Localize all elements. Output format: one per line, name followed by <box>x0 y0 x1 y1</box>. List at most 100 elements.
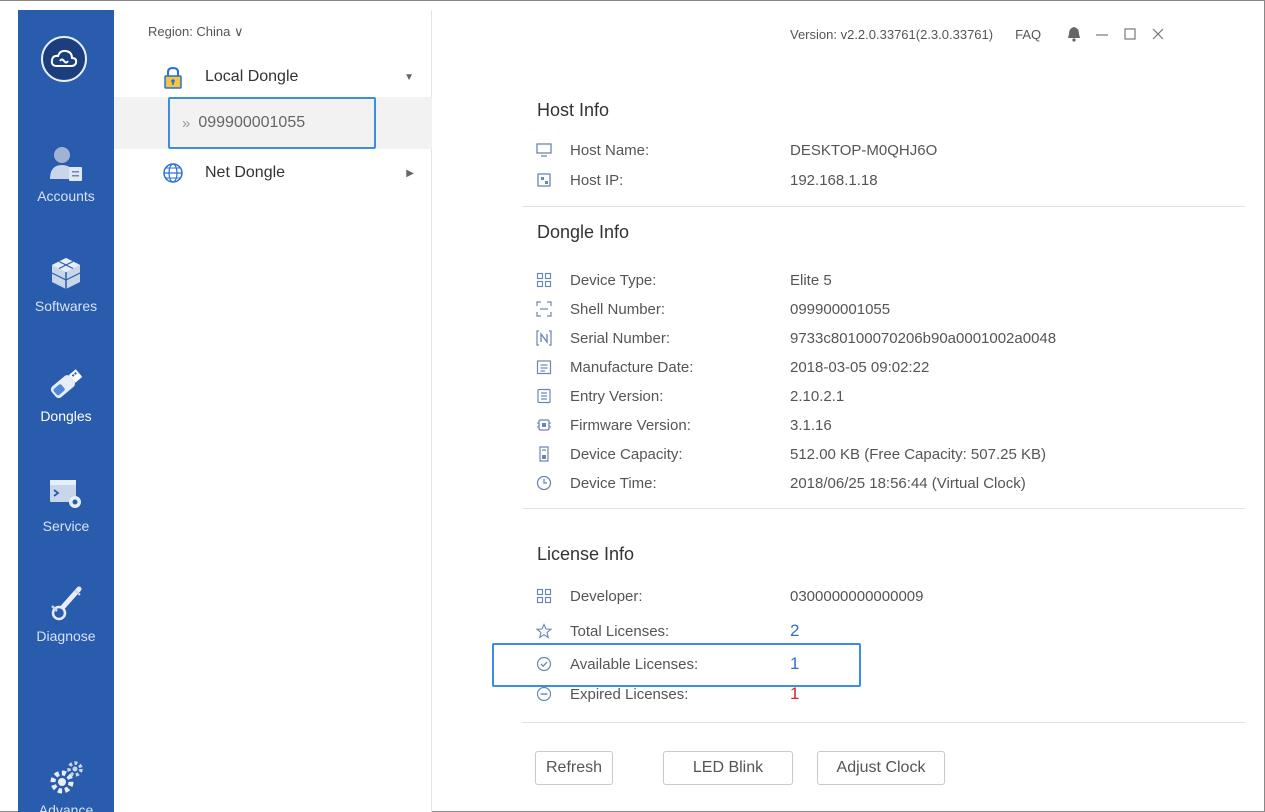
region-selector[interactable]: Region: China ∨ <box>148 24 244 40</box>
firmware-version-label: Firmware Version: <box>570 416 691 434</box>
service-icon <box>46 474 86 514</box>
device-capacity-row: Device Capacity: 512.00 KB (Free Capacit… <box>522 440 1245 468</box>
host-name-value: DESKTOP-M0QHJ6O <box>790 141 938 159</box>
manufacture-date-row: Manufacture Date: 2018-03-05 09:02:22 <box>522 353 1245 381</box>
divider <box>522 206 1245 207</box>
total-licenses-value: 2 <box>790 621 800 640</box>
left-sidebar: Accounts Softwares Dongles Service Diagn… <box>18 10 114 812</box>
serial-number-label: Serial Number: <box>570 329 671 347</box>
nav-label: Service <box>42 518 90 534</box>
advance-icon <box>46 758 86 798</box>
nav-label: Diagnose <box>36 628 96 644</box>
divider <box>522 508 1245 509</box>
device-capacity-value: 512.00 KB (Free Capacity: 507.25 KB) <box>790 445 1046 463</box>
nav-accounts[interactable]: Accounts <box>18 138 114 230</box>
serial-number-row: Serial Number: 9733c80100070206b90a00010… <box>522 324 1245 352</box>
host-name-label: Host Name: <box>570 141 650 159</box>
double-chevron-icon: » <box>182 114 191 132</box>
tree-item-label: 099900001055 <box>198 114 306 131</box>
nav-label: Accounts <box>37 188 95 204</box>
device-time-value: 2018/06/25 18:56:44 (Virtual Clock) <box>790 474 1026 492</box>
firmware-version-value: 3.1.16 <box>790 416 832 434</box>
led-blink-button[interactable]: LED Blink <box>663 751 793 785</box>
device-type-row: Device Type: Elite 5 <box>522 266 1245 294</box>
tree-item-selected-dongle[interactable]: » 099900001055 <box>168 97 376 149</box>
version-text: Version: v2.2.0.33761(2.3.0.33761) <box>790 26 994 42</box>
firmware-version-row: Firmware Version: 3.1.16 <box>522 411 1245 439</box>
minus-circle-icon <box>536 686 552 702</box>
nav-label: Softwares <box>34 298 98 314</box>
tree-item-label: Net Dongle <box>205 164 286 181</box>
globe-icon <box>162 162 184 184</box>
host-ip-row: Host IP: 192.168.1.18 <box>522 166 1245 194</box>
entry-version-label: Entry Version: <box>570 387 664 405</box>
document-icon <box>536 388 552 404</box>
expired-licenses-label: Expired Licenses: <box>570 685 689 703</box>
nav-advance[interactable]: Advance <box>18 752 114 812</box>
entry-version-value: 2.10.2.1 <box>790 387 845 405</box>
nav-dongles[interactable]: Dongles <box>18 358 114 450</box>
grid-icon <box>536 272 552 288</box>
developer-row: Developer: 0300000000000009 <box>522 582 1245 610</box>
bell-icon[interactable] <box>1065 25 1083 43</box>
host-ip-label: Host IP: <box>570 171 624 189</box>
total-licenses-label: Total Licenses: <box>570 622 670 640</box>
shell-number-row: Shell Number: 099900001055 <box>522 295 1245 323</box>
nav-label: Advance <box>38 802 94 812</box>
storage-icon <box>536 446 552 462</box>
caret-down-icon: ▼ <box>404 71 414 83</box>
diagnose-icon <box>46 584 86 624</box>
shell-number-value: 099900001055 <box>790 300 891 318</box>
adjust-clock-button[interactable]: Adjust Clock <box>817 751 945 785</box>
caret-right-icon: ▶ <box>406 167 414 179</box>
developer-value: 0300000000000009 <box>790 587 924 605</box>
softwares-icon <box>46 254 86 294</box>
device-time-row: Device Time: 2018/06/25 18:56:44 (Virtua… <box>522 469 1245 497</box>
host-name-row: Host Name: DESKTOP-M0QHJ6O <box>522 136 1245 164</box>
shell-number-label: Shell Number: <box>570 300 666 318</box>
refresh-button[interactable]: Refresh <box>535 751 613 785</box>
lock-icon <box>162 66 184 89</box>
chip-icon <box>536 417 552 433</box>
tree-item-label: Local Dongle <box>205 68 299 85</box>
close-icon[interactable] <box>1149 25 1167 43</box>
host-ip-value: 192.168.1.18 <box>790 171 878 189</box>
top-bar: Version: v2.2.0.33761(2.3.0.33761) FAQ <box>790 22 1167 46</box>
clock-icon <box>536 475 552 491</box>
monitor-icon <box>536 142 552 158</box>
manufacture-date-label: Manufacture Date: <box>570 358 694 376</box>
star-icon <box>536 623 552 639</box>
host-info-title: Host Info <box>537 100 610 120</box>
network-icon <box>536 172 552 188</box>
divider <box>522 722 1245 723</box>
entry-version-row: Entry Version: 2.10.2.1 <box>522 382 1245 410</box>
nav-label: Dongles <box>40 408 92 424</box>
maximize-icon[interactable] <box>1121 25 1139 43</box>
license-info-title: License Info <box>537 544 635 564</box>
grid-icon <box>536 588 552 604</box>
serial-number-value: 9733c80100070206b90a0001002a0048 <box>790 329 1057 347</box>
available-licenses-highlight <box>492 643 861 687</box>
device-type-value: Elite 5 <box>790 271 832 289</box>
developer-label: Developer: <box>570 587 643 605</box>
tree-item-net-dongle[interactable]: Net Dongle ▶ <box>114 152 432 194</box>
shell-icon <box>536 301 552 317</box>
manufacture-date-value: 2018-03-05 09:02:22 <box>790 358 930 376</box>
tree-item-local-dongle[interactable]: Local Dongle ▼ <box>114 56 432 98</box>
device-time-label: Device Time: <box>570 474 657 492</box>
nav-softwares[interactable]: Softwares <box>18 248 114 340</box>
dongle-info-title: Dongle Info <box>537 222 630 242</box>
nav-service[interactable]: Service <box>18 468 114 560</box>
app-logo-icon <box>41 36 87 82</box>
expired-licenses-value: 1 <box>790 684 800 703</box>
calendar-icon <box>536 359 552 375</box>
total-licenses-row: Total Licenses: 2 <box>522 617 1245 645</box>
dongles-icon <box>46 364 86 404</box>
faq-link[interactable]: FAQ <box>1015 27 1041 42</box>
device-capacity-label: Device Capacity: <box>570 445 683 463</box>
accounts-icon <box>46 144 86 184</box>
device-type-label: Device Type: <box>570 271 657 289</box>
serial-icon <box>536 330 552 346</box>
nav-diagnose[interactable]: Diagnose <box>18 578 114 670</box>
minimize-icon[interactable] <box>1093 25 1111 43</box>
